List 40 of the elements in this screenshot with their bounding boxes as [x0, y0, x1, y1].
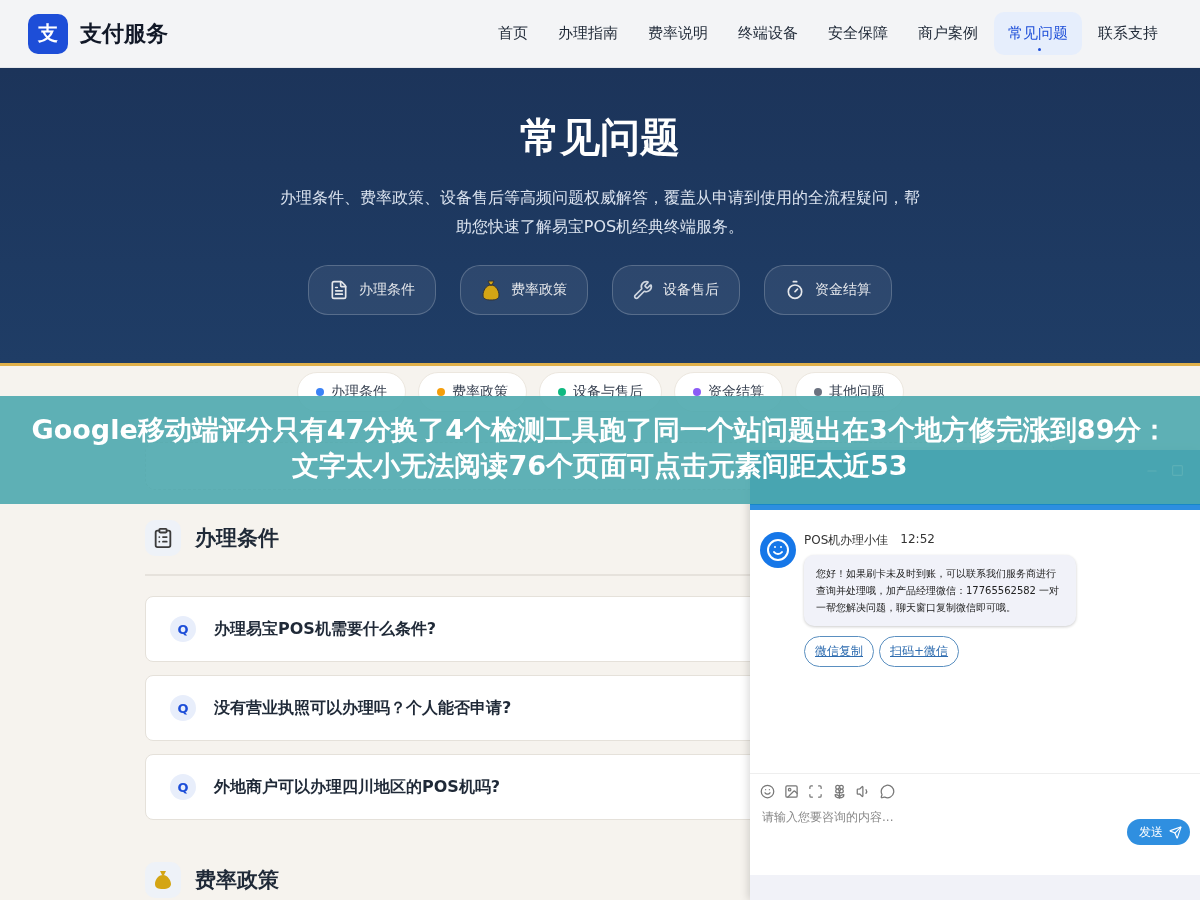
- flower-icon[interactable]: [832, 784, 847, 799]
- avatar: [760, 532, 796, 568]
- question-marker: Q: [170, 774, 196, 800]
- chat-bubbles-icon[interactable]: [880, 784, 895, 799]
- section-title: 费率政策: [195, 867, 279, 894]
- message-bubble: 您好！如果刷卡未及时到账，可以联系我们服务商进行查询并处理哦，加产品经理微信：17765562582 一对一帮您解决问题，聊天窗口复制微信即可哦。: [804, 555, 1076, 626]
- nav-link[interactable]: 常见问题: [994, 12, 1082, 55]
- stopwatch-icon: [785, 280, 805, 300]
- image-icon[interactable]: [784, 784, 799, 799]
- clipboard-icon: [145, 520, 181, 556]
- message-time: 12:52: [900, 532, 935, 548]
- nav-link[interactable]: 办理指南: [544, 12, 632, 55]
- memo-icon: [329, 280, 349, 300]
- money-bag-icon: [481, 279, 501, 301]
- nav-link[interactable]: 费率说明: [634, 12, 722, 55]
- question-marker: Q: [170, 695, 196, 721]
- category-shortcut[interactable]: 设备售后: [612, 265, 740, 315]
- brand-name: 支付服务: [80, 19, 168, 48]
- headline-overlay: Google移动端评分只有47分换了4个检测工具跑了同一个站问题出在3个地方修完涨到89分：文字太小无法阅读76个页面可点击元素间距太近53: [0, 396, 1200, 504]
- category-shortcut[interactable]: 费率政策: [460, 265, 588, 315]
- nav-link[interactable]: 首页: [484, 12, 542, 55]
- nav-link[interactable]: 终端设备: [724, 12, 812, 55]
- page-subtitle: 办理条件、费率政策、设备售后等高频问题权威解答，覆盖从申请到使用的全流程疑问，帮助您快速了解易宝POS机经典终端服务。: [279, 187, 921, 238]
- nav-link[interactable]: 商户案例: [904, 12, 992, 55]
- logo[interactable]: 支: [28, 13, 68, 54]
- section-title: 办理条件: [195, 525, 279, 552]
- category-shortcut[interactable]: 资金结算: [764, 265, 892, 315]
- screenshot-icon[interactable]: [808, 784, 823, 799]
- question-text: 外地商户可以办理四川地区的POS机吗?: [214, 776, 501, 798]
- page-title: 常见问题: [520, 113, 680, 162]
- nav-link[interactable]: 安全保障: [814, 12, 902, 55]
- question-marker: Q: [170, 616, 196, 642]
- agent-name: POS机办理小佳: [804, 532, 889, 549]
- send-icon: [1169, 825, 1182, 839]
- emoji-icon[interactable]: [760, 784, 775, 799]
- question-text: 办理易宝POS机需要什么条件?: [214, 618, 437, 640]
- category-shortcut[interactable]: 办理条件: [308, 265, 436, 315]
- question-text: 没有营业执照可以办理吗？个人能否申请?: [214, 697, 512, 719]
- nav-link[interactable]: 联系支持: [1084, 12, 1172, 55]
- wrench-icon: [633, 280, 653, 300]
